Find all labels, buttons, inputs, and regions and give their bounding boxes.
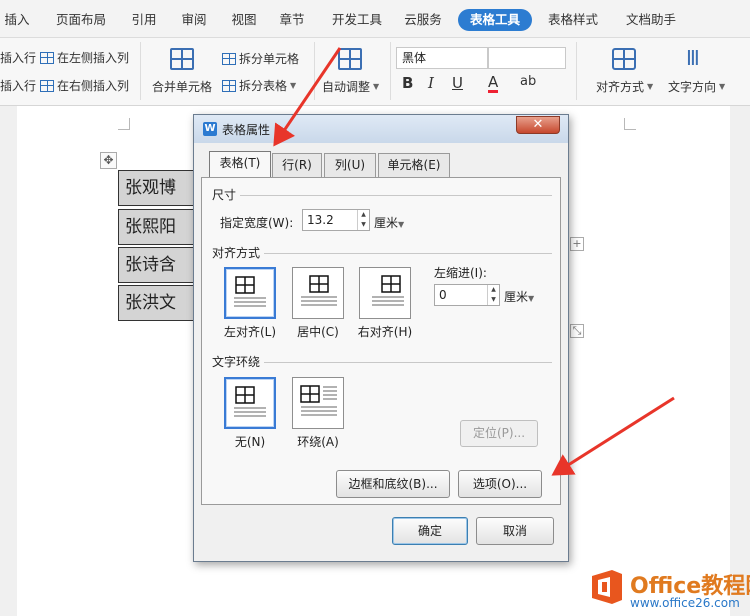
- watermark-url: www.office26.com: [630, 596, 740, 610]
- arrow-to-table-tab: [273, 47, 342, 147]
- watermark: Office教程网 www.office26.com: [588, 560, 750, 616]
- arrow-to-options-button: [551, 396, 675, 476]
- annotation-arrows: [273, 47, 675, 476]
- office-logo-icon: [592, 570, 622, 604]
